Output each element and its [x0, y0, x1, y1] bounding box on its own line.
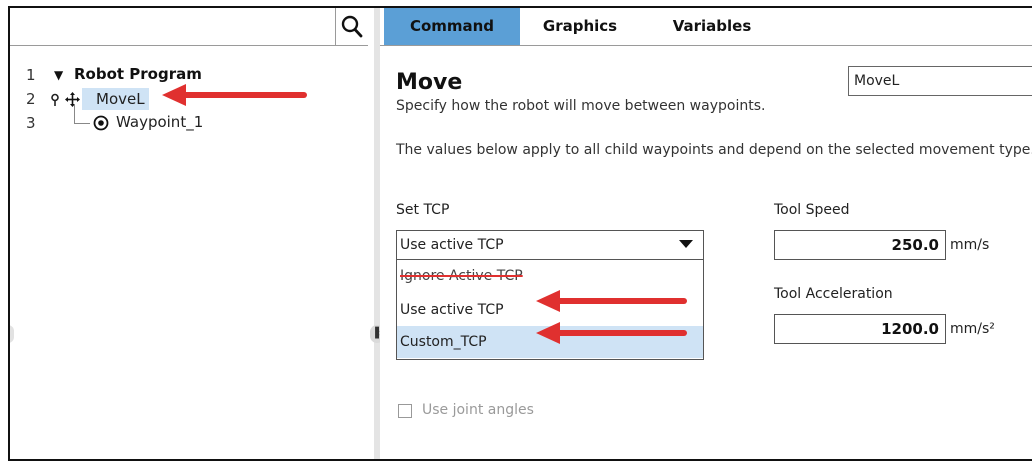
tree-label-robot-program: Robot Program	[74, 65, 202, 83]
tool-acceleration-input[interactable]: 1200.0	[774, 314, 946, 344]
page-title: Move	[396, 70, 463, 95]
annotation-arrow	[162, 84, 307, 106]
row-number: 1	[26, 66, 36, 84]
joint-angles-label: Use joint angles	[422, 402, 534, 418]
tcp-option-label: Ignore Active TCP	[400, 268, 523, 284]
annotation-arrow	[536, 322, 687, 344]
set-tcp-label: Set TCP	[396, 202, 450, 218]
search-input[interactable]	[10, 8, 336, 45]
tab-command[interactable]: Command	[384, 8, 520, 45]
tree-label-movel: MoveL	[82, 88, 149, 110]
tool-acceleration-label: Tool Acceleration	[774, 286, 893, 302]
search-icon	[341, 15, 363, 38]
tool-speed-input[interactable]: 250.0	[774, 230, 946, 260]
tree-connector	[74, 104, 90, 124]
values-note: The values below apply to all child wayp…	[396, 142, 1032, 158]
tcp-selected-value: Use active TCP	[400, 237, 504, 253]
pin-icon	[51, 93, 59, 106]
row-number: 2	[26, 90, 36, 108]
tab-variables[interactable]: Variables	[642, 8, 782, 45]
tree-label-waypoint: Waypoint_1	[116, 113, 204, 131]
command-pane: Command Graphics Variables Move MoveL Sp…	[380, 8, 1032, 459]
window-frame: 1 ▼ Robot Program 2 MoveL 3 Waypoint_1 ▐…	[8, 6, 1032, 461]
move-description: Specify how the robot will move between …	[396, 98, 766, 114]
tab-graphics[interactable]: Graphics	[520, 8, 640, 45]
dropdown-arrow-icon	[679, 240, 693, 248]
triangle-down-icon[interactable]: ▼	[54, 68, 63, 82]
tcp-option-ignore[interactable]: Ignore Active TCP	[397, 260, 703, 292]
joint-angles-checkbox[interactable]	[398, 404, 412, 418]
annotation-arrow	[536, 290, 687, 312]
move-type-select[interactable]: MoveL	[848, 66, 1032, 96]
tcp-dropdown[interactable]: Use active TCP	[396, 230, 704, 260]
program-tree-pane: 1 ▼ Robot Program 2 MoveL 3 Waypoint_1	[10, 8, 370, 459]
waypoint-icon	[93, 115, 109, 131]
search-bar	[10, 8, 368, 46]
tool-acceleration-unit: mm/s²	[950, 321, 995, 337]
tree-row-waypoint[interactable]: 3 Waypoint_1	[10, 104, 310, 136]
row-number: 3	[26, 114, 36, 132]
tool-speed-label: Tool Speed	[774, 202, 850, 218]
search-button[interactable]	[336, 8, 368, 45]
tab-bar: Command Graphics Variables	[380, 8, 1032, 46]
tool-speed-unit: mm/s	[950, 237, 990, 253]
